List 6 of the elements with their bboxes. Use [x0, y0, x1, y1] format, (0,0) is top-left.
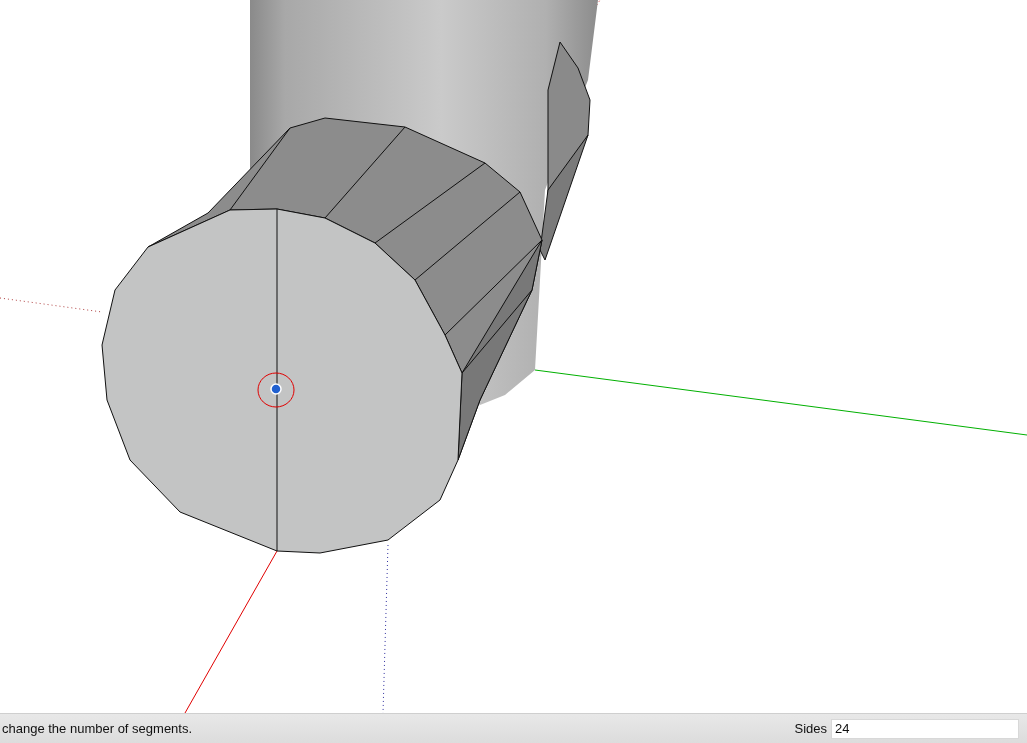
measurement-field[interactable]: 24	[831, 718, 1019, 739]
cylinder-model-drawing[interactable]	[101, 0, 598, 554]
inference-point-icon	[257, 372, 295, 408]
model-viewport[interactable]	[0, 0, 1027, 713]
value-label: Sides	[794, 721, 827, 736]
status-message: change the number of segments.	[2, 721, 194, 736]
